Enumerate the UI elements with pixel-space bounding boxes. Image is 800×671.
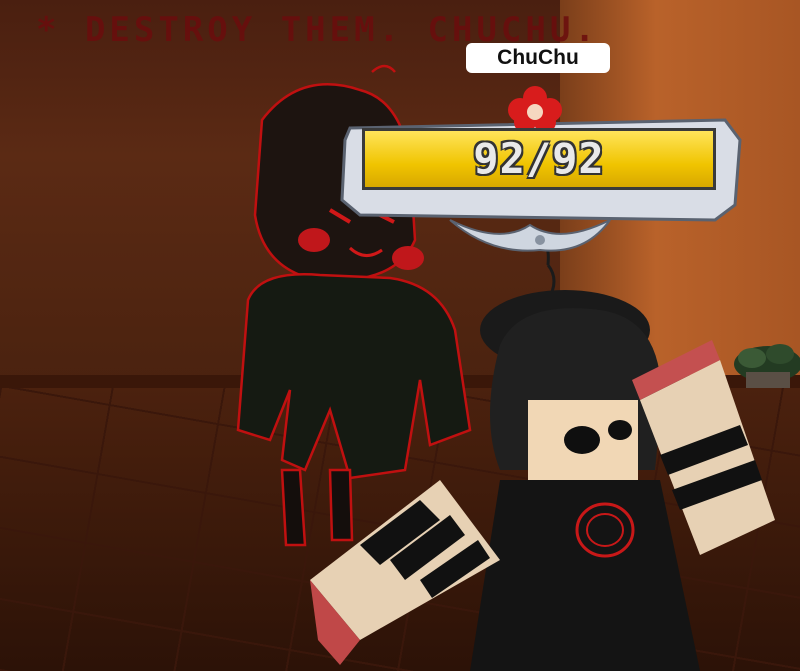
game-viewport[interactable]: * DESTROY THEM. CHUCHU. ChuChu 92/92 bbox=[0, 0, 800, 671]
flower-icon bbox=[508, 86, 562, 133]
hp-value-text: 92/92 bbox=[473, 134, 605, 183]
player-name-tag: ChuChu bbox=[466, 43, 610, 73]
